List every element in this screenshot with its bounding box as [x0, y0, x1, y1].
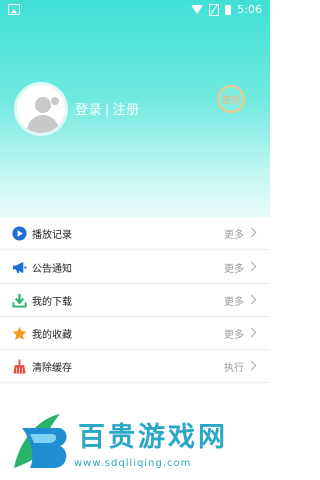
- menu-item-action: 更多: [224, 264, 244, 275]
- chevron-right-icon: [246, 261, 257, 272]
- menu-item-play-history[interactable]: 播放记录 更多: [0, 217, 270, 250]
- broom-icon: [13, 359, 26, 374]
- megaphone-icon: [12, 261, 27, 274]
- menu-item-announcements[interactable]: 公告通知 更多: [0, 251, 270, 284]
- login-link[interactable]: 登录: [75, 103, 102, 118]
- wifi-icon: [191, 5, 204, 14]
- avatar-body-icon: [27, 115, 59, 133]
- menu-item-label: 我的收藏: [32, 330, 72, 341]
- menu-item-label: 我的下载: [32, 297, 72, 308]
- login-separator: |: [105, 103, 110, 117]
- menu-item-action: 更多: [224, 330, 244, 341]
- avatar[interactable]: [14, 82, 68, 136]
- chevron-right-icon: [246, 294, 257, 305]
- menu-list: 播放记录 更多 公告通知 更多 我的下载 更多 我的收藏 更多 清除缓存 执行: [0, 217, 270, 383]
- menu-item-clear-cache[interactable]: 清除缓存 执行: [0, 350, 270, 383]
- battery-icon: [225, 4, 232, 15]
- menu-item-label: 播放记录: [32, 230, 72, 241]
- checkin-label: 签到: [221, 95, 240, 106]
- menu-item-downloads[interactable]: 我的下载 更多: [0, 284, 270, 317]
- status-time: 5:06: [237, 3, 262, 16]
- watermark-url: www.sdqlliqing.com: [74, 458, 192, 469]
- chevron-right-icon: [246, 360, 257, 371]
- avatar-add-icon: [50, 96, 60, 106]
- play-circle-icon: [12, 226, 27, 241]
- chevron-right-icon: [246, 327, 257, 338]
- watermark-brand: 百贵游戏网: [78, 422, 228, 453]
- login-register: 登录 | 注册: [75, 99, 140, 118]
- menu-item-label: 公告通知: [32, 264, 72, 275]
- download-icon: [12, 293, 27, 308]
- menu-item-action: 更多: [224, 230, 244, 241]
- register-link[interactable]: 注册: [113, 103, 140, 118]
- checkin-button[interactable]: 签到: [217, 85, 245, 113]
- no-sim-icon: [209, 3, 220, 16]
- avatar-head-icon: [35, 97, 51, 113]
- star-icon: [12, 326, 27, 340]
- menu-item-label: 清除缓存: [32, 363, 72, 374]
- menu-item-action: 执行: [224, 363, 244, 374]
- image-notification-icon: [8, 4, 20, 15]
- status-bar: 5:06: [0, 0, 270, 20]
- menu-item-favorites[interactable]: 我的收藏 更多: [0, 317, 270, 350]
- menu-item-action: 更多: [224, 297, 244, 308]
- chevron-right-icon: [246, 227, 257, 238]
